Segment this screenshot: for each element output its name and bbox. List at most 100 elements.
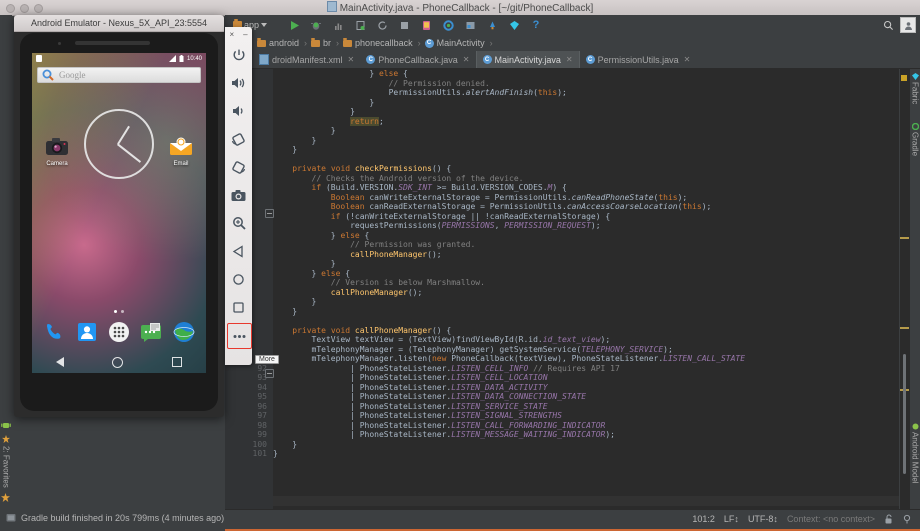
run-coverage-icon[interactable] (327, 17, 349, 33)
rotate-right-icon (232, 160, 246, 174)
sdk-manager-icon[interactable] (437, 17, 459, 33)
clock-widget[interactable] (84, 109, 154, 179)
google-search-widget[interactable]: Google (37, 67, 201, 83)
emulator-overview-button[interactable] (227, 295, 250, 319)
file-encoding[interactable]: UTF-8↕ (748, 514, 778, 524)
phone-icon[interactable] (43, 321, 65, 343)
emulator-toolbar: × – (225, 27, 252, 365)
contacts-icon[interactable] (76, 321, 98, 343)
emulator-more-button[interactable] (227, 323, 252, 349)
tab-mainactivity-java[interactable]: C MainActivity.java ✕ (475, 51, 580, 68)
fabric-icon[interactable] (503, 17, 525, 33)
unlocked-icon[interactable] (884, 514, 893, 524)
tab-permissionutils-java[interactable]: C PermissionUtils.java ✕ (580, 51, 697, 68)
emulator-zoom-button[interactable] (227, 211, 250, 235)
gradle-icon (911, 123, 919, 130)
left-tool-window-bar: 2: Favorites (0, 15, 12, 531)
earpiece-speaker (75, 41, 150, 45)
breadcrumb-label: br (323, 38, 332, 48)
email-icon (169, 135, 193, 159)
breadcrumb-separator: › (417, 38, 421, 48)
emulator-rotate-left-button[interactable] (227, 127, 250, 151)
debug-icon[interactable] (305, 17, 327, 33)
browser-globe-icon[interactable] (173, 321, 195, 343)
nav-overview-icon[interactable] (171, 357, 182, 367)
breadcrumb-item-br[interactable]: br › (311, 37, 343, 48)
emulator-volume-up-button[interactable] (227, 71, 250, 95)
app-label: Camera (46, 161, 68, 167)
emulator-screen[interactable]: 10:40 Google Camera Email (32, 53, 206, 373)
breadcrumb-item-android[interactable]: android › (257, 37, 311, 48)
attach-debugger-icon[interactable] (349, 17, 371, 33)
close-icon[interactable]: ✕ (463, 55, 470, 64)
emulator-screenshot-button[interactable] (227, 183, 250, 207)
power-icon (233, 49, 244, 61)
battery-icon (179, 55, 184, 62)
close-icon[interactable]: ✕ (348, 55, 355, 64)
emulator-back-button[interactable] (227, 239, 250, 263)
mac-window-titlebar: MainActivity.java - PhoneCallback - [~/g… (0, 0, 920, 16)
breadcrumb-item-phonecallback[interactable]: phonecallback › (343, 37, 425, 48)
sync-gradle-icon[interactable] (481, 17, 503, 33)
change-marker[interactable] (900, 327, 909, 329)
nav-back-icon[interactable] (56, 357, 65, 367)
camera-icon (231, 189, 246, 201)
app-email[interactable]: Email (164, 135, 198, 167)
layout-inspector-icon[interactable] (459, 17, 481, 33)
emulator-home-button[interactable] (227, 267, 250, 291)
volume-up-icon (232, 78, 245, 88)
search-icon[interactable] (883, 20, 894, 31)
help-icon[interactable]: ? (525, 17, 547, 33)
code-editor[interactable]: 92 93 94 95 96 97 98 99 100 101 } else { // Permi… (225, 69, 920, 509)
line-separator[interactable]: LF↕ (724, 514, 739, 524)
close-icon[interactable]: ✕ (684, 55, 691, 64)
search-placeholder: Google (59, 70, 86, 80)
breadcrumb-separator: › (336, 38, 340, 48)
code-content[interactable]: } else { // Permission denied. Permissio… (273, 69, 913, 509)
android-nav-bar (32, 351, 206, 373)
avatar-icon[interactable] (900, 17, 916, 33)
folder-icon (311, 37, 321, 47)
status-icons: 10:40 (168, 55, 202, 62)
status-bar: Gradle build finished in 20s 799ms (4 mi… (0, 510, 920, 531)
stop-icon[interactable] (393, 17, 415, 33)
change-marker[interactable] (900, 237, 909, 239)
signal-icon (168, 55, 176, 62)
camera-icon (45, 135, 69, 159)
tool-tab-label: Android Model (910, 432, 920, 484)
messaging-icon[interactable] (140, 321, 162, 343)
app-camera[interactable]: Camera (40, 135, 74, 167)
right-tool-tab-gradle[interactable]: Gradle (910, 121, 920, 156)
avd-manager-icon[interactable] (415, 17, 437, 33)
android-green-icon (1, 423, 11, 428)
tab-phonecallback-java[interactable]: C PhoneCallback.java ✕ (360, 51, 475, 68)
editor-tabbar: droidManifest.xml ✕ C PhoneCallback.java… (225, 51, 920, 69)
right-tool-tab-android-model[interactable]: Android Model (910, 421, 920, 484)
emulator-rotate-right-button[interactable] (227, 155, 250, 179)
apps-grid-icon[interactable] (108, 321, 130, 343)
right-tool-window-bar: Fabric Gradle Android Model (910, 69, 920, 509)
editor-marker-bar[interactable] (899, 69, 910, 509)
tab-androidmanifest-xml[interactable]: droidManifest.xml ✕ (253, 51, 360, 68)
breadcrumb-separator: › (489, 38, 493, 48)
warning-marker[interactable] (901, 75, 907, 81)
editor-scrollbar[interactable] (903, 354, 906, 474)
emulator-minimize-button[interactable]: – (243, 30, 247, 39)
overview-square-icon (233, 301, 244, 313)
tool-tab-label: Gradle (910, 132, 920, 157)
nav-home-icon[interactable] (112, 356, 124, 368)
close-icon[interactable]: ✕ (566, 55, 573, 64)
left-tool-tab-favorites[interactable]: 2: Favorites (0, 435, 12, 488)
rerun-icon[interactable] (371, 17, 393, 33)
emulator-power-button[interactable] (227, 43, 250, 67)
context-indicator[interactable]: Context: <no context> (787, 514, 875, 524)
ellipsis-icon (233, 334, 246, 338)
app-label: Email (173, 161, 189, 167)
hector-icon[interactable] (902, 514, 912, 524)
run-icon[interactable] (283, 17, 305, 33)
caret-position[interactable]: 101:2 (692, 514, 715, 524)
emulator-close-button[interactable]: × (229, 30, 234, 39)
breadcrumb-item-mainactivity[interactable]: C MainActivity › (424, 38, 497, 48)
emulator-volume-down-button[interactable] (227, 99, 250, 123)
right-tool-tab-fabric[interactable]: Fabric (910, 71, 920, 104)
